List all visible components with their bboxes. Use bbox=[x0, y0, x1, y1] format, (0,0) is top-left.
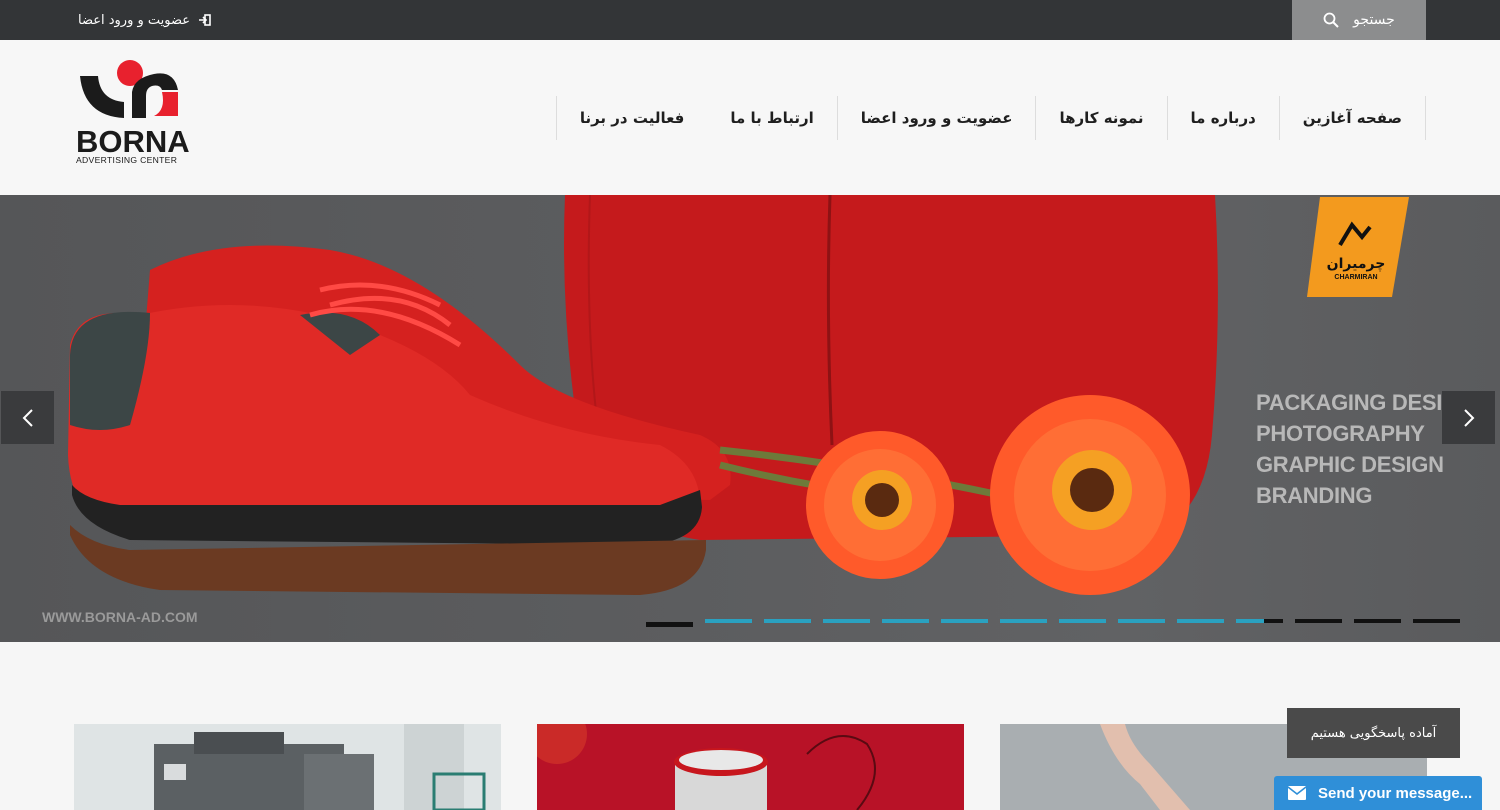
slider-prev-button[interactable] bbox=[1, 391, 54, 444]
chat-greeting-text: آماده پاسخگویی هستیم bbox=[1310, 725, 1437, 741]
charmiran-badge-en: CHARMIRAN bbox=[1334, 274, 1378, 281]
chevron-left-icon bbox=[22, 408, 33, 427]
card-image-printing bbox=[74, 724, 501, 810]
search-button[interactable]: جستجو bbox=[1292, 0, 1426, 40]
nav-careers[interactable]: فعالیت در برنا bbox=[555, 96, 708, 140]
slider-pagination bbox=[646, 619, 1460, 627]
slider-dot[interactable] bbox=[1236, 619, 1283, 623]
envelope-icon bbox=[1288, 786, 1306, 800]
slider-next-button[interactable] bbox=[1442, 391, 1495, 444]
search-icon bbox=[1323, 12, 1339, 28]
nav-home[interactable]: صفحه آغازین bbox=[1280, 96, 1426, 140]
nav-membership-label: عضویت و ورود اعضا bbox=[860, 109, 1013, 127]
main-nav: صفحه آغازین درباره ما نمونه کارها عضویت … bbox=[555, 96, 1426, 140]
member-login-label: عضویت و ورود اعضا bbox=[78, 12, 191, 28]
logo-subtitle: ADVERTISING CENTER bbox=[76, 155, 178, 165]
slider-dot[interactable] bbox=[823, 619, 870, 623]
nav-contact[interactable]: ارتباط با ما bbox=[707, 96, 838, 140]
borna-logo[interactable]: BORNA ADVERTISING CENTER bbox=[74, 56, 192, 170]
slide-watermark: WWW.BORNA-AD.COM bbox=[42, 609, 198, 625]
hero-slider: چرمیران CHARMIRAN PACKAGING DESIGN PHOTO… bbox=[0, 195, 1500, 642]
portfolio-card-packaging[interactable] bbox=[537, 724, 964, 810]
tagline-graphic: GRAPHIC DESIGN bbox=[1256, 452, 1444, 477]
charmiran-badge-fa: چرمیران bbox=[1326, 256, 1386, 272]
slider-dot[interactable] bbox=[941, 619, 988, 623]
nav-about[interactable]: درباره ما bbox=[1168, 96, 1280, 140]
slider-dot[interactable] bbox=[1177, 619, 1224, 623]
top-bar: عضویت و ورود اعضا جستجو bbox=[0, 0, 1500, 40]
borna-logo-mark bbox=[80, 60, 178, 118]
portfolio-card-printing[interactable] bbox=[74, 724, 501, 810]
tagline-branding: BRANDING bbox=[1256, 483, 1373, 508]
slider-dot[interactable] bbox=[1354, 619, 1401, 623]
slider-dot[interactable] bbox=[1000, 619, 1047, 623]
nav-membership[interactable]: عضویت و ورود اعضا bbox=[838, 96, 1037, 140]
nav-careers-label: فعالیت در برنا bbox=[579, 109, 685, 127]
search-label: جستجو bbox=[1353, 12, 1395, 28]
nav-portfolio[interactable]: نمونه کارها bbox=[1036, 96, 1168, 140]
chevron-right-icon bbox=[1463, 408, 1474, 427]
card-image-packaging bbox=[537, 724, 964, 810]
slider-dot[interactable] bbox=[1118, 619, 1165, 623]
nav-portfolio-label: نمونه کارها bbox=[1059, 109, 1144, 127]
nav-contact-label: ارتباط با ما bbox=[730, 109, 814, 127]
slider-dot[interactable] bbox=[764, 619, 811, 623]
chat-greeting-bubble: آماده پاسخگویی هستیم bbox=[1287, 708, 1460, 758]
slider-dot[interactable] bbox=[882, 619, 929, 623]
chat-send-message-bar[interactable]: Send your message... bbox=[1274, 776, 1482, 810]
member-login-link[interactable]: عضویت و ورود اعضا bbox=[78, 0, 212, 40]
slider-dot[interactable] bbox=[646, 622, 693, 627]
slider-dot[interactable] bbox=[705, 619, 752, 623]
chat-bar-label: Send your message... bbox=[1318, 784, 1473, 802]
slider-dot[interactable] bbox=[1295, 619, 1342, 623]
nav-home-label: صفحه آغازین bbox=[1302, 109, 1402, 127]
charmiran-badge-text: چرمیران CHARMIRAN bbox=[1318, 257, 1394, 285]
nav-about-label: درباره ما bbox=[1190, 109, 1256, 127]
sign-in-icon bbox=[199, 14, 211, 26]
slider-dot[interactable] bbox=[1059, 619, 1106, 623]
slider-dot[interactable] bbox=[1413, 619, 1460, 623]
